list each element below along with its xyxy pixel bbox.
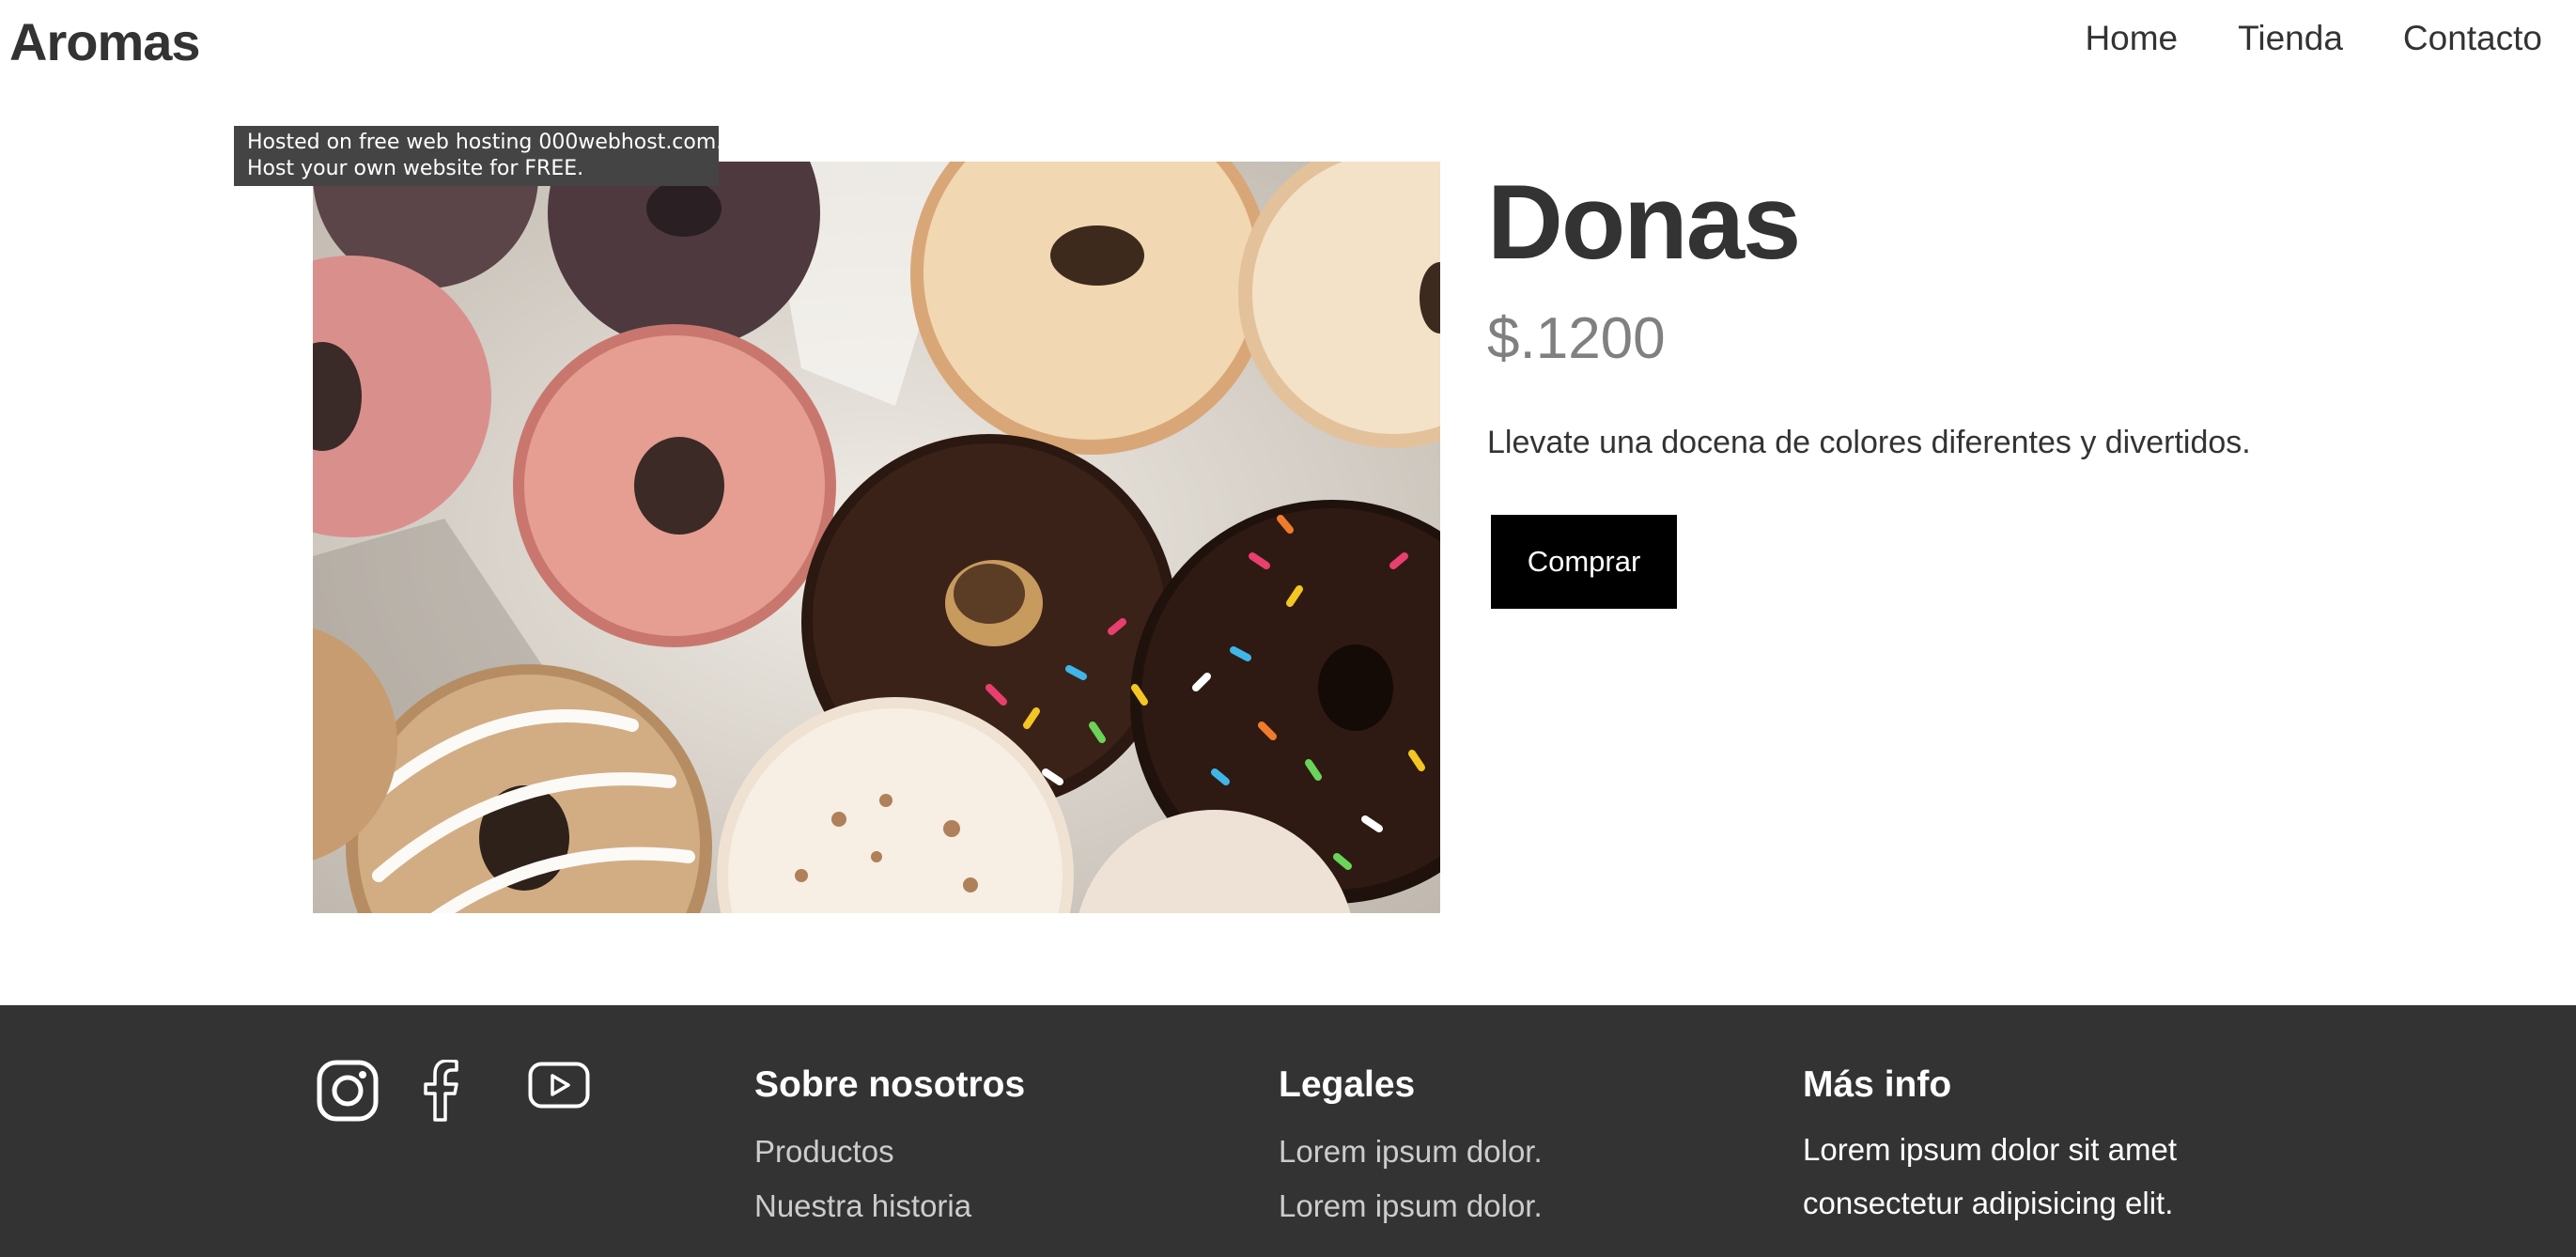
site-logo[interactable]: Aromas xyxy=(9,11,201,72)
facebook-icon[interactable] xyxy=(420,1060,459,1122)
youtube-icon[interactable] xyxy=(528,1062,590,1109)
product-description: Llevate una docena de colores diferentes… xyxy=(1487,425,2251,460)
footer-link-historia[interactable]: Nuestra historia xyxy=(754,1188,1025,1224)
product-title: Donas xyxy=(1487,163,1801,281)
nav-tienda-link[interactable]: Tienda xyxy=(2238,19,2343,58)
main-nav: Home Tienda Contacto xyxy=(2085,19,2542,58)
buy-button[interactable]: Comprar xyxy=(1491,515,1677,609)
site-footer: Sobre nosotros Productos Nuestra histori… xyxy=(0,1005,2576,1257)
hosting-banner-line-1: Hosted on free web hosting 000webhost.co… xyxy=(247,131,723,154)
footer-about: Sobre nosotros Productos Nuestra histori… xyxy=(754,1064,1025,1243)
product-image xyxy=(313,162,1440,913)
nav-home-link[interactable]: Home xyxy=(2085,19,2178,58)
footer-legal-link-1[interactable]: Lorem ipsum dolor. xyxy=(1279,1134,1543,1170)
footer-legal: Legales Lorem ipsum dolor. Lorem ipsum d… xyxy=(1279,1064,1543,1243)
footer-more-text: Lorem ipsum dolor sit amet consectetur a… xyxy=(1803,1132,2177,1220)
hosting-banner-line-2: Host your own website for FREE. xyxy=(247,157,584,180)
instagram-icon[interactable] xyxy=(317,1060,379,1122)
footer-legal-link-2[interactable]: Lorem ipsum dolor. xyxy=(1279,1188,1543,1224)
footer-link-productos[interactable]: Productos xyxy=(754,1134,1025,1170)
nav-contacto-link[interactable]: Contacto xyxy=(2403,19,2542,58)
footer-legal-title: Legales xyxy=(1279,1064,1416,1105)
footer-about-title: Sobre nosotros xyxy=(754,1064,1026,1105)
hosting-banner[interactable]: Hosted on free web hosting 000webhost.co… xyxy=(234,126,723,186)
product-price: $.1200 xyxy=(1487,306,1666,371)
donuts-photo xyxy=(313,162,1440,913)
footer-more-title: Más info xyxy=(1803,1064,1952,1105)
footer-more-info: Más info Lorem ipsum dolor sit amet cons… xyxy=(1803,1064,2216,1249)
